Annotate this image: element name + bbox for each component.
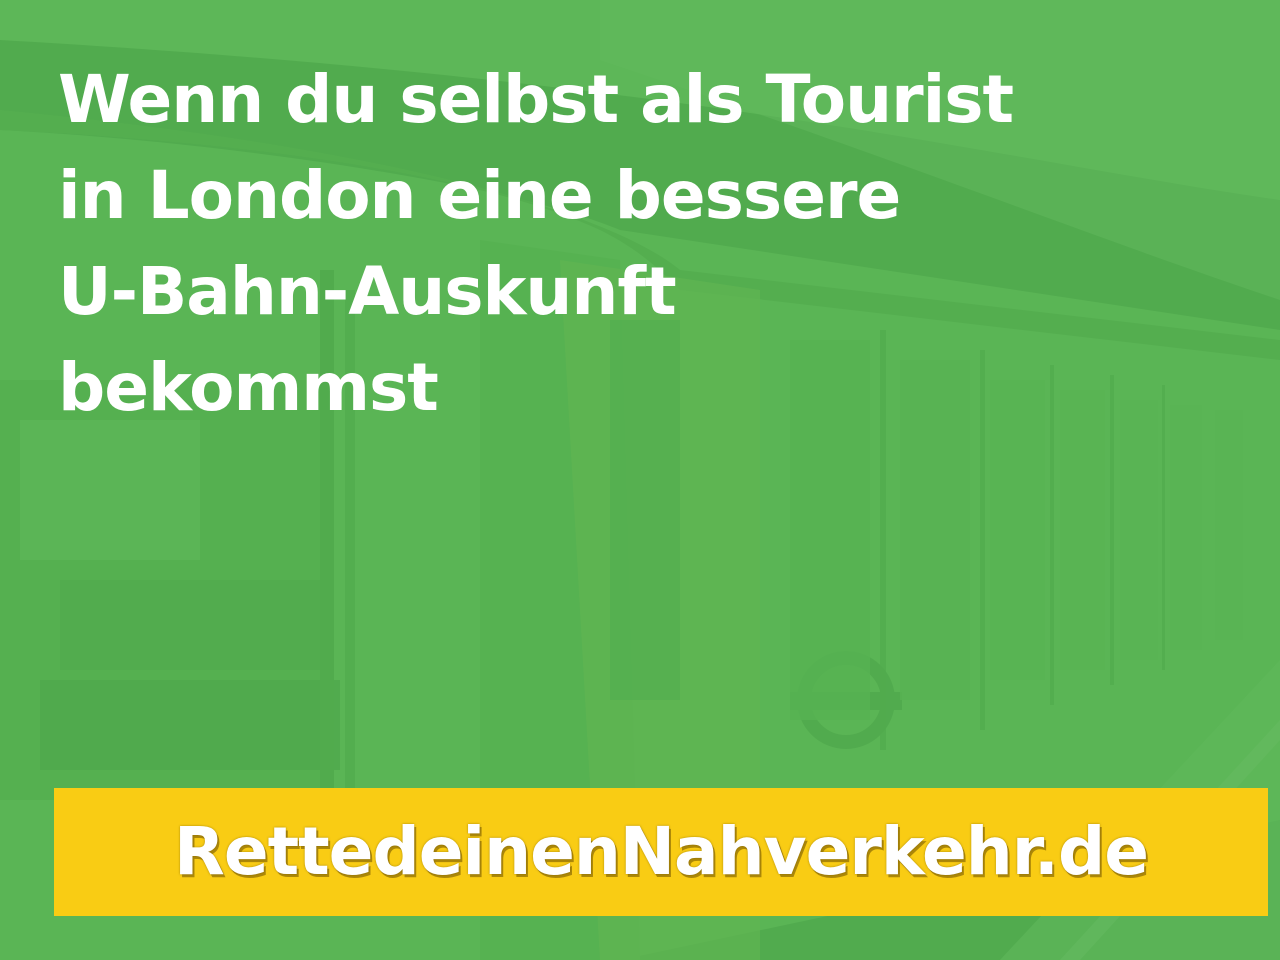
poster: Wenn du selbst als Tourist in London ein… [0, 0, 1280, 960]
headline-line-3: U-Bahn-Auskunft [58, 253, 677, 330]
website-banner: RettedeinenNahverkehr.de [54, 788, 1268, 916]
website-url: RettedeinenNahverkehr.de [174, 813, 1149, 890]
headline-line-2: in London eine bessere [58, 157, 901, 234]
headline-line-4: bekommst [58, 349, 439, 426]
headline: Wenn du selbst als Tourist in London ein… [58, 52, 1218, 436]
headline-line-1: Wenn du selbst als Tourist [58, 61, 1014, 138]
